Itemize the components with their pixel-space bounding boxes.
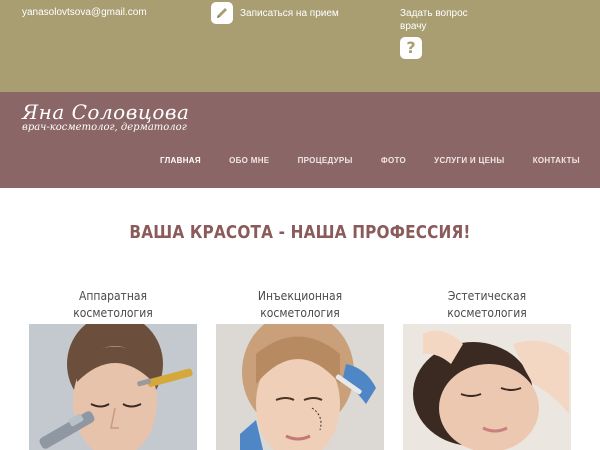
appointment-link[interactable]: Записаться на прием — [211, 2, 339, 24]
ask-doctor-label-line1[interactable]: Задать вопрос — [400, 7, 480, 20]
service-card-hardware[interactable]: Аппаратная косметология — [29, 288, 197, 450]
question-icon[interactable]: ? — [400, 37, 422, 59]
pencil-icon[interactable] — [211, 2, 233, 24]
card-title[interactable]: Аппаратная косметология — [37, 288, 188, 324]
appointment-label[interactable]: Записаться на прием — [240, 8, 339, 19]
card-title-line1: Эстетическая — [447, 289, 527, 303]
card-image-aesthetic[interactable] — [403, 324, 571, 450]
main-nav: ГЛАВНАЯ ОБО МНЕ ПРОЦЕДУРЫ ФОТО УСЛУГИ И … — [160, 156, 580, 165]
card-image-injection[interactable] — [216, 324, 384, 450]
email-link[interactable]: yanasolovtsova@gmail.com — [22, 7, 147, 18]
card-title-line1: Инъекционная — [257, 289, 343, 303]
card-title-line2: косметология — [447, 306, 527, 320]
card-title-line2: косметология — [260, 306, 340, 320]
question-glyph: ? — [406, 38, 416, 57]
service-card-injection[interactable]: Инъекционная косметология — [216, 288, 384, 450]
site-header: Яна Соловцова врач-косметолог, дерматоло… — [0, 92, 600, 188]
top-contact-bar: yanasolovtsova@gmail.com Записаться на п… — [0, 0, 600, 92]
nav-item-photo[interactable]: ФОТО — [381, 156, 406, 165]
nav-item-about[interactable]: ОБО МНЕ — [229, 156, 269, 165]
page-headline: ВАША КРАСОТА - НАША ПРОФЕССИЯ! — [129, 222, 471, 243]
logo-subtitle: врач-косметолог, дерматолог — [22, 122, 187, 133]
nav-item-services-prices[interactable]: УСЛУГИ И ЦЕНЫ — [434, 156, 504, 165]
service-card-aesthetic[interactable]: Эстетическая косметология — [403, 288, 571, 450]
card-image-hardware[interactable] — [29, 324, 197, 450]
nav-item-procedures[interactable]: ПРОЦЕДУРЫ — [298, 156, 353, 165]
card-title-line2: косметология — [73, 306, 153, 320]
nav-item-contacts[interactable]: КОНТАКТЫ — [533, 156, 580, 165]
nav-item-home[interactable]: ГЛАВНАЯ — [160, 156, 201, 165]
card-title[interactable]: Эстетическая косметология — [411, 288, 562, 324]
ask-doctor-label-line2[interactable]: врачу — [400, 20, 480, 33]
logo-name[interactable]: Яна Соловцова — [22, 100, 189, 124]
ask-doctor-link[interactable]: Задать вопрос врачу ? — [400, 7, 480, 59]
card-title-line1: Аппаратная — [78, 289, 148, 303]
card-title[interactable]: Инъекционная косметология — [224, 288, 375, 324]
